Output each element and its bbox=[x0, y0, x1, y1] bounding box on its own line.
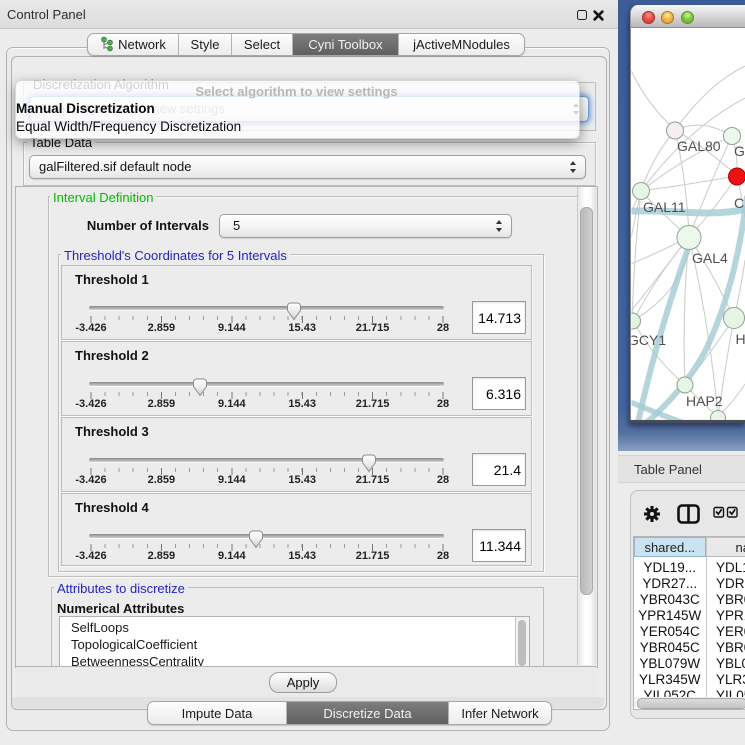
svg-text:HXT: HXT bbox=[736, 331, 745, 347]
svg-text:GAL4: GAL4 bbox=[692, 250, 728, 266]
svg-text:CRP1: CRP1 bbox=[734, 195, 745, 211]
svg-text:GAL80: GAL80 bbox=[677, 138, 721, 154]
svg-text:GCY1: GCY1 bbox=[628, 332, 666, 348]
svg-text:GAL3: GAL3 bbox=[734, 143, 745, 159]
svg-text:GAL11: GAL11 bbox=[643, 199, 686, 215]
svg-text:HAP2: HAP2 bbox=[686, 393, 723, 409]
